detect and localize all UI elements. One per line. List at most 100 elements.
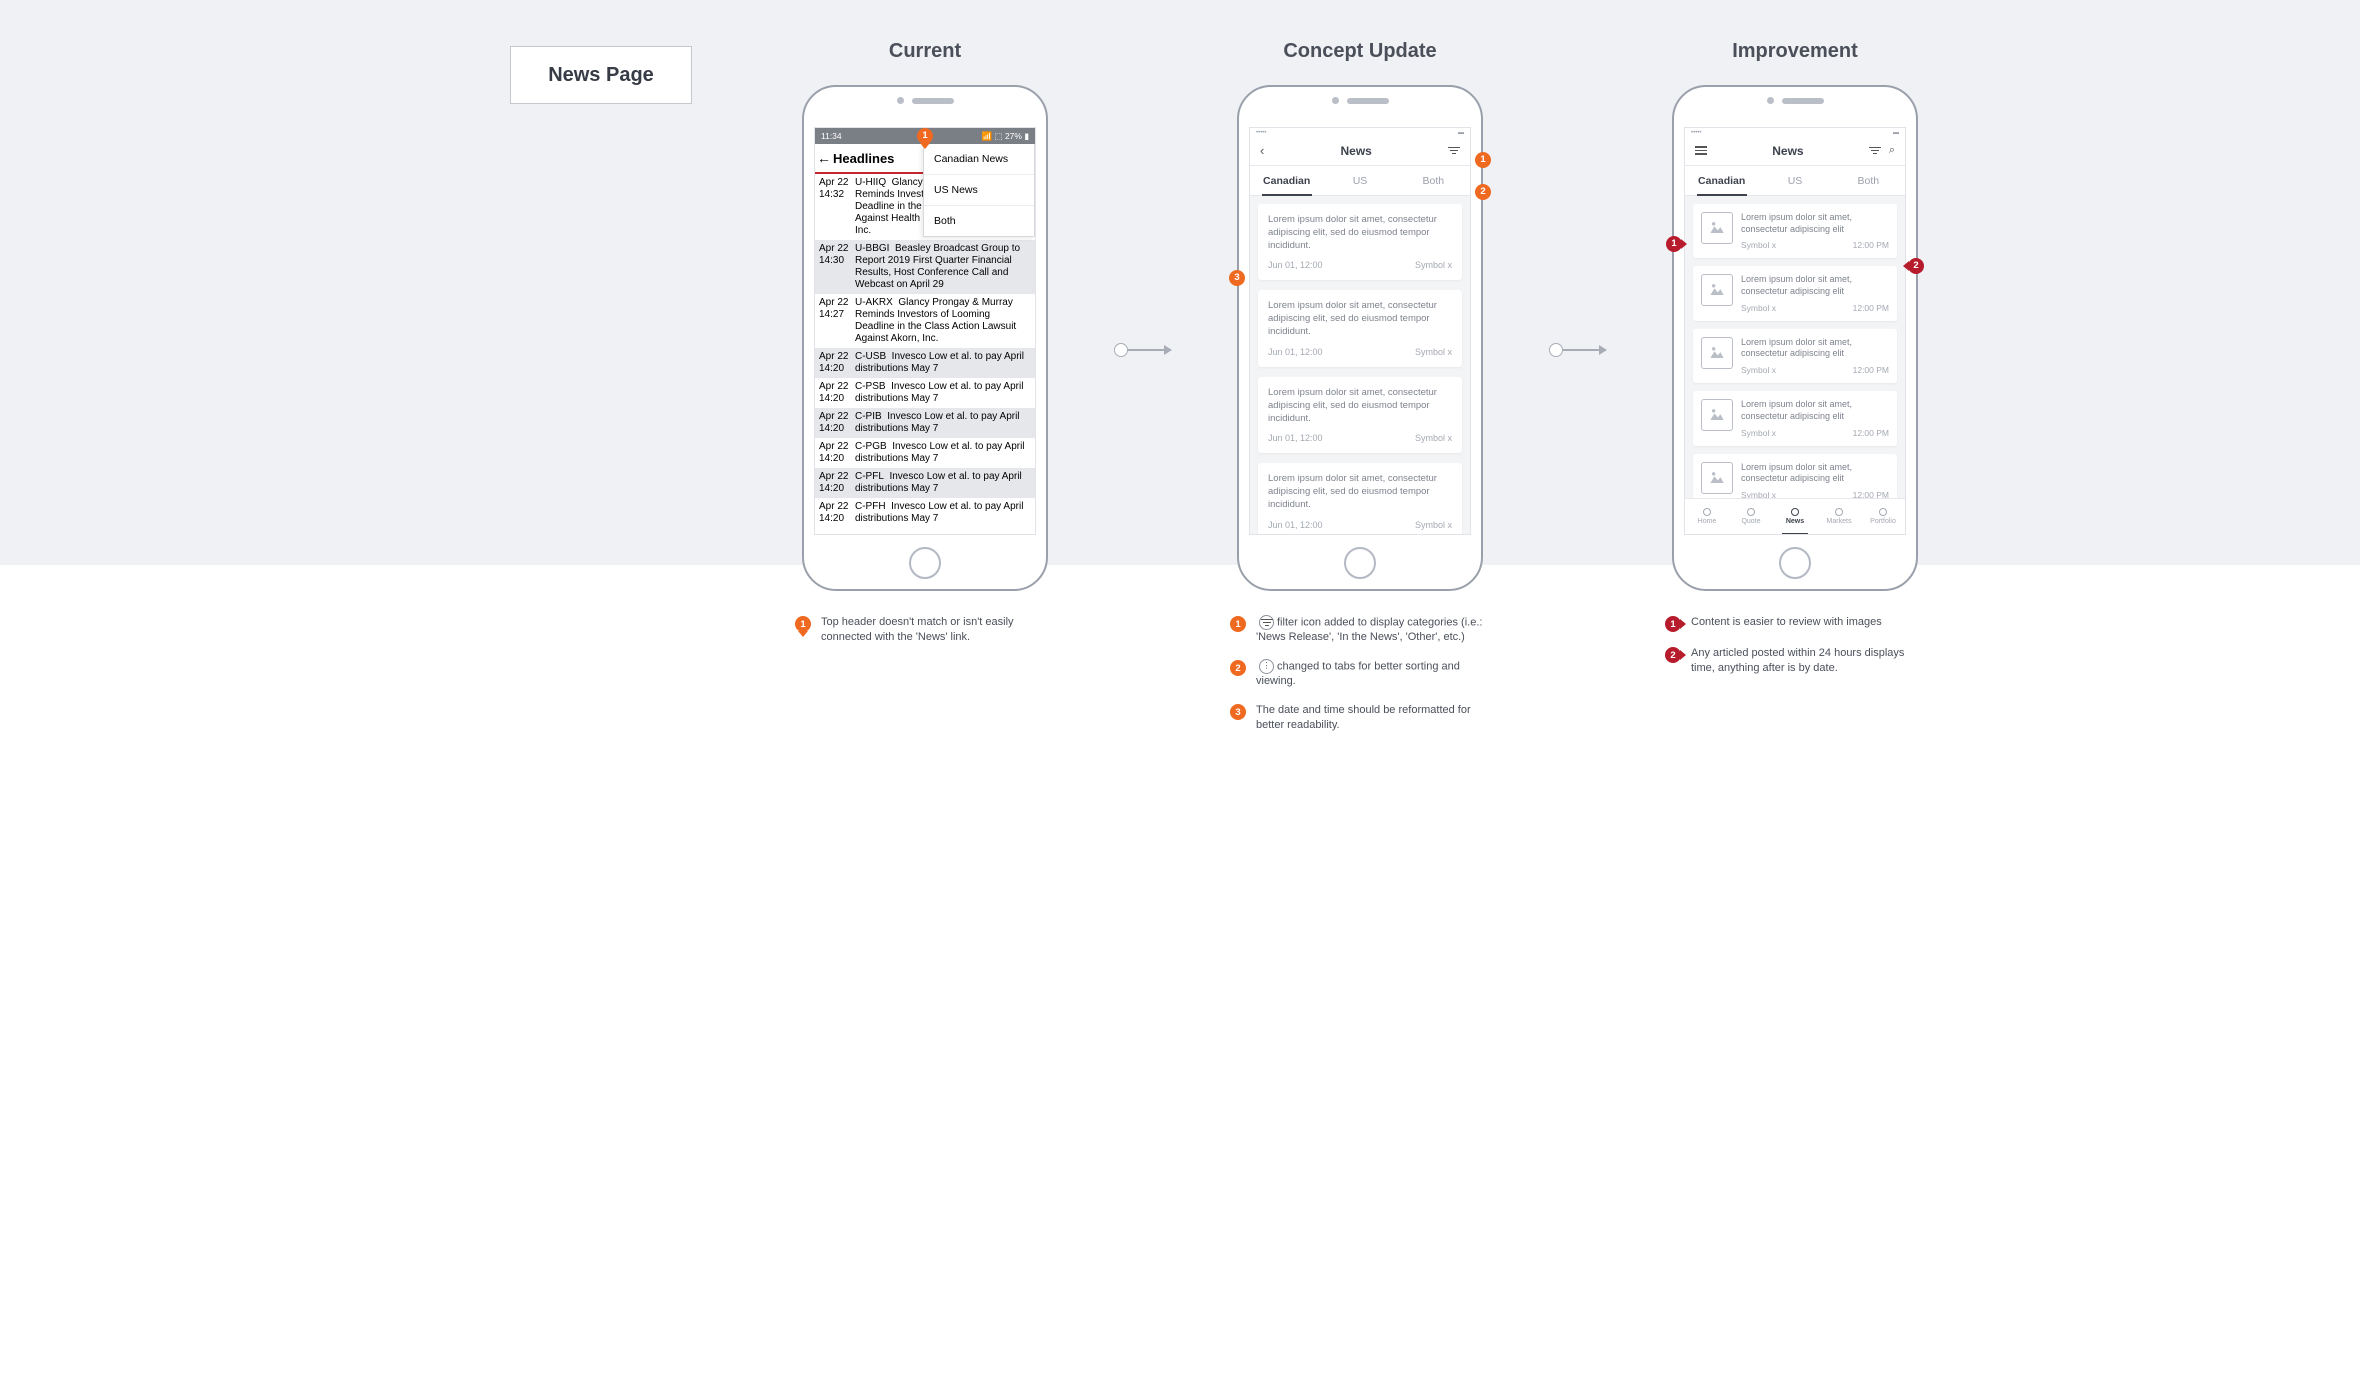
card-symbol: Symbol x xyxy=(1415,520,1452,530)
tab-both[interactable]: Both xyxy=(1397,166,1470,195)
news-card[interactable]: Lorem ipsum dolor sit amet, consectetur … xyxy=(1258,377,1462,453)
tab-both[interactable]: Both xyxy=(1832,166,1905,195)
tab-canadian[interactable]: Canadian xyxy=(1250,166,1323,195)
card-symbol: Symbol x xyxy=(1741,490,1776,498)
tab-canadian[interactable]: Canadian xyxy=(1685,166,1758,195)
phone-hardware xyxy=(897,97,954,104)
home-button[interactable] xyxy=(909,547,941,579)
note-marker: 1 xyxy=(795,616,811,632)
phone-hardware xyxy=(1332,97,1389,104)
app-header: ← Headlines Canadian News US News Both xyxy=(815,144,1035,174)
phone-concept: •••••▬ ‹ News Canadian US Both Lorem ips… xyxy=(1237,85,1483,591)
filter-icon[interactable] xyxy=(1448,145,1460,156)
tab-us[interactable]: US xyxy=(1758,166,1831,195)
news-card[interactable]: Lorem ipsum dolor sit amet, consectetur … xyxy=(1258,204,1462,280)
card-text: Lorem ipsum dolor sit amet, consectetur … xyxy=(1268,300,1452,338)
news-card[interactable]: Lorem ipsum dolor sit amet, consectetur … xyxy=(1693,454,1897,499)
filter-icon[interactable] xyxy=(1869,145,1881,156)
list-item[interactable]: Apr 2214:20C-PSB Invesco Low et al. to p… xyxy=(815,378,1035,408)
news-card[interactable]: Lorem ipsum dolor sit amet, consectetur … xyxy=(1258,463,1462,534)
card-date: Jun 01, 12:00 xyxy=(1268,433,1323,443)
note-text: Any articled posted within 24 hours disp… xyxy=(1691,646,1925,676)
list-item-text: U-BBGI Beasley Broadcast Group to Report… xyxy=(855,243,1031,291)
menu-item[interactable]: Both xyxy=(924,206,1034,236)
home-button[interactable] xyxy=(1344,547,1376,579)
menu-icon[interactable] xyxy=(1695,144,1707,157)
card-date: Jun 01, 12:00 xyxy=(1268,520,1323,530)
app-header: News ⌕ xyxy=(1685,136,1905,166)
back-icon[interactable]: ‹ xyxy=(1260,143,1264,158)
list-item[interactable]: Apr 2214:20C-PFH Invesco Low et al. to p… xyxy=(815,498,1035,528)
news-card[interactable]: Lorem ipsum dolor sit amet, consectetur … xyxy=(1693,204,1897,258)
nav-icon xyxy=(1835,508,1843,516)
note: 2 Any articled posted within 24 hours di… xyxy=(1665,646,1925,676)
nav-item-quote[interactable]: Quote xyxy=(1729,499,1773,534)
phone-current: 11:34 📶 ⬚ 27% ▮ ← Headlines Canadian New… xyxy=(802,85,1048,591)
news-card[interactable]: Lorem ipsum dolor sit amet, consectetur … xyxy=(1693,266,1897,320)
page-label-box: News Page xyxy=(510,46,692,104)
column-current: Current 11:34 📶 ⬚ 27% ▮ ← Headlines Cana… xyxy=(800,40,1050,659)
list-item-text: C-PGB Invesco Low et al. to pay April di… xyxy=(855,441,1031,465)
card-text: Lorem ipsum dolor sit amet, consectetur … xyxy=(1268,473,1452,511)
menu-item[interactable]: US News xyxy=(924,175,1034,206)
nav-label: Portfolio xyxy=(1870,518,1896,525)
list-item[interactable]: Apr 2214:20C-USB Invesco Low et al. to p… xyxy=(815,348,1035,378)
list-item-datetime: Apr 2214:20 xyxy=(819,381,855,405)
card-thumbnail xyxy=(1701,337,1733,369)
card-thumbnail xyxy=(1701,462,1733,494)
list-item[interactable]: Apr 2214:30U-BBGI Beasley Broadcast Grou… xyxy=(815,240,1035,294)
nav-item-portfolio[interactable]: Portfolio xyxy=(1861,499,1905,534)
list-item[interactable]: Apr 2214:20C-PFL Invesco Low et al. to p… xyxy=(815,468,1035,498)
column-improvement: Improvement •••••▬ News ⌕ Canadian xyxy=(1670,40,1920,690)
back-icon[interactable]: ← xyxy=(815,150,833,166)
nav-label: Markets xyxy=(1827,518,1852,525)
tab-us[interactable]: US xyxy=(1323,166,1396,195)
nav-icon xyxy=(1791,508,1799,516)
card-symbol: Symbol x xyxy=(1741,303,1776,313)
news-card[interactable]: Lorem ipsum dolor sit amet, consectetur … xyxy=(1258,290,1462,366)
note-text: Content is easier to review with images xyxy=(1691,615,1925,630)
marker-2: 2 xyxy=(1908,255,1924,274)
header-title: News xyxy=(1340,144,1371,158)
card-time: 12:00 PM xyxy=(1853,490,1889,498)
note-text: The date and time should be reformatted … xyxy=(1256,703,1490,733)
nav-item-home[interactable]: Home xyxy=(1685,499,1729,534)
image-placeholder-icon xyxy=(1707,218,1727,238)
header-title: News xyxy=(1772,144,1803,158)
list-item-text: C-PSB Invesco Low et al. to pay April di… xyxy=(855,381,1031,405)
note-text: filter icon added to display categories … xyxy=(1256,615,1490,645)
nav-label: News xyxy=(1786,518,1804,525)
home-button[interactable] xyxy=(1779,547,1811,579)
list-item-datetime: Apr 2214:20 xyxy=(819,411,855,435)
news-card[interactable]: Lorem ipsum dolor sit amet, consectetur … xyxy=(1693,329,1897,383)
card-text: Lorem ipsum dolor sit amet, consectetur … xyxy=(1741,337,1889,360)
news-card[interactable]: Lorem ipsum dolor sit amet, consectetur … xyxy=(1693,391,1897,445)
list-item-datetime: Apr 2214:20 xyxy=(819,351,855,375)
flow-arrow-1 xyxy=(1103,100,1183,600)
phone-hardware xyxy=(1767,97,1824,104)
app-header: ‹ News xyxy=(1250,136,1470,166)
nav-label: Quote xyxy=(1741,518,1760,525)
screen-improvement: •••••▬ News ⌕ Canadian US Both xyxy=(1684,127,1906,535)
content-wrapper: News Page Current 11:34 📶 ⬚ 27% ▮ ← Head… xyxy=(440,0,1920,747)
tabs: Canadian US Both xyxy=(1250,166,1470,196)
image-placeholder-icon xyxy=(1707,343,1727,363)
nav-label: Home xyxy=(1698,518,1717,525)
list-item-text: U-AKRX Glancy Prongay & Murray Reminds I… xyxy=(855,297,1031,345)
list-item[interactable]: Apr 2214:27U-AKRX Glancy Prongay & Murra… xyxy=(815,294,1035,348)
image-placeholder-icon xyxy=(1707,468,1727,488)
nav-item-markets[interactable]: Markets xyxy=(1817,499,1861,534)
card-time: 12:00 PM xyxy=(1853,240,1889,250)
card-text: Lorem ipsum dolor sit amet, consectetur … xyxy=(1741,212,1889,235)
heading-concept: Concept Update xyxy=(1283,40,1436,63)
menu-item[interactable]: Canadian News xyxy=(924,144,1034,175)
note-text: ⋮changed to tabs for better sorting and … xyxy=(1256,659,1490,689)
news-body[interactable]: Lorem ipsum dolor sit amet, consectetur … xyxy=(1250,196,1470,534)
card-text: Lorem ipsum dolor sit amet, consectetur … xyxy=(1741,462,1889,485)
marker-1: 1 xyxy=(1475,149,1491,168)
news-body[interactable]: Lorem ipsum dolor sit amet, consectetur … xyxy=(1685,196,1905,498)
search-icon[interactable]: ⌕ xyxy=(1889,144,1895,157)
list-item[interactable]: Apr 2214:20C-PGB Invesco Low et al. to p… xyxy=(815,438,1035,468)
nav-item-news[interactable]: News xyxy=(1773,499,1817,534)
list-item[interactable]: Apr 2214:20C-PIB Invesco Low et al. to p… xyxy=(815,408,1035,438)
